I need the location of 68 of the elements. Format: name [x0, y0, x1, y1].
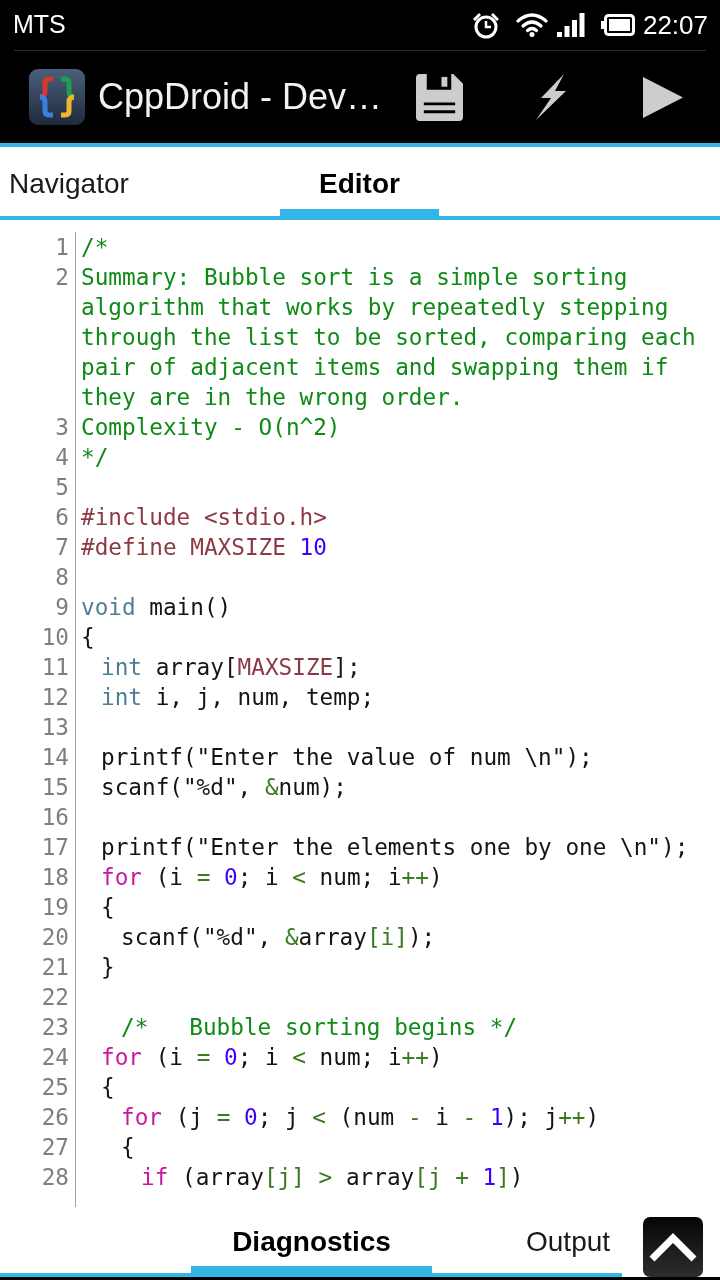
line-number: 15: [41, 773, 69, 802]
line-number: 28: [41, 1163, 69, 1192]
line-number: 25: [41, 1073, 69, 1102]
line-number: 3: [55, 413, 69, 442]
code-line: {: [101, 1073, 115, 1102]
tab[interactable]: Editor: [280, 147, 439, 216]
line-number: 4: [55, 443, 69, 472]
code-line: scanf("%d", &array[i]);: [121, 923, 436, 952]
line-number: 13: [41, 713, 69, 742]
code-line: printf("Enter the value of num \n");: [101, 743, 593, 772]
clock-time: 22:07: [642, 8, 708, 42]
line-number: 21: [41, 953, 69, 982]
code-line: if (array[j] > array[j + 1]): [141, 1163, 524, 1192]
tab[interactable]: Navigator: [0, 147, 280, 216]
save-icon: [415, 73, 463, 121]
carrier-name: MTS: [13, 9, 66, 41]
tab[interactable]: Output: [432, 1207, 622, 1273]
line-number: 5: [55, 473, 69, 502]
code-line: int array[MAXSIZE];: [101, 653, 361, 682]
line-number: 19: [41, 893, 69, 922]
code-line: #include <stdio.h>: [81, 503, 327, 532]
code-line: Complexity - O(n^2): [81, 413, 341, 442]
signal-icon: [556, 13, 585, 37]
scroll-up-button[interactable]: [643, 1217, 703, 1277]
code-line: void main(): [81, 593, 232, 622]
code-line: {: [101, 893, 115, 922]
code-line: */: [81, 443, 109, 472]
line-number: 11: [41, 653, 69, 682]
code-line: {: [121, 1133, 135, 1162]
line-number: 2: [55, 263, 69, 292]
code-line: for (i = 0; i < num; i++): [101, 863, 443, 892]
code-line: Summary: Bubble sort is a simple sorting algorithm that works by repeatedly stepping through the list to be sorted, comparing each pair of adjacent items and swapping them if they are in the wrong order.: [81, 263, 697, 412]
line-number: 7: [55, 533, 69, 562]
play-icon: [643, 76, 683, 118]
line-number: 24: [41, 1043, 69, 1072]
line-number: 12: [41, 683, 69, 712]
app-title: CppDroid - Dev…: [98, 75, 383, 119]
line-number: 14: [41, 743, 69, 772]
wifi-icon: [515, 13, 548, 37]
line-number: 17: [41, 833, 69, 862]
code-line: /* Bubble sorting begins */: [121, 1013, 518, 1042]
code-line: /*: [81, 233, 109, 262]
code-line: for (j = 0; j < (num - i - 1); j++): [121, 1103, 600, 1132]
line-number: 16: [41, 803, 69, 832]
code-line: {: [81, 623, 95, 652]
code-line: scanf("%d", &num);: [101, 773, 347, 802]
line-number: 9: [55, 593, 69, 622]
line-number: 10: [41, 623, 69, 652]
alarm-clock-icon: [471, 11, 500, 39]
code-line: #define MAXSIZE 10: [81, 533, 327, 562]
line-number: 22: [41, 983, 69, 1012]
code-line: printf("Enter the elements one by one \n");: [101, 833, 689, 862]
line-number: 27: [41, 1133, 69, 1162]
chevron-up-icon: [648, 1231, 698, 1263]
line-number: 26: [41, 1103, 69, 1132]
line-number: 8: [55, 563, 69, 592]
code-line: for (i = 0; i < num; i++): [101, 1043, 443, 1072]
battery-icon: [600, 14, 635, 36]
tab[interactable]: Diagnostics: [191, 1207, 432, 1273]
code-line: int i, j, num, temp;: [101, 683, 375, 712]
line-number: 18: [41, 863, 69, 892]
line-number: 6: [55, 503, 69, 532]
line-number: 23: [41, 1013, 69, 1042]
line-number: 1: [55, 233, 69, 262]
line-number: 20: [41, 923, 69, 952]
app-icon: [29, 69, 85, 125]
code-line: }: [101, 953, 115, 982]
lightning-bolt-icon: [534, 74, 568, 120]
